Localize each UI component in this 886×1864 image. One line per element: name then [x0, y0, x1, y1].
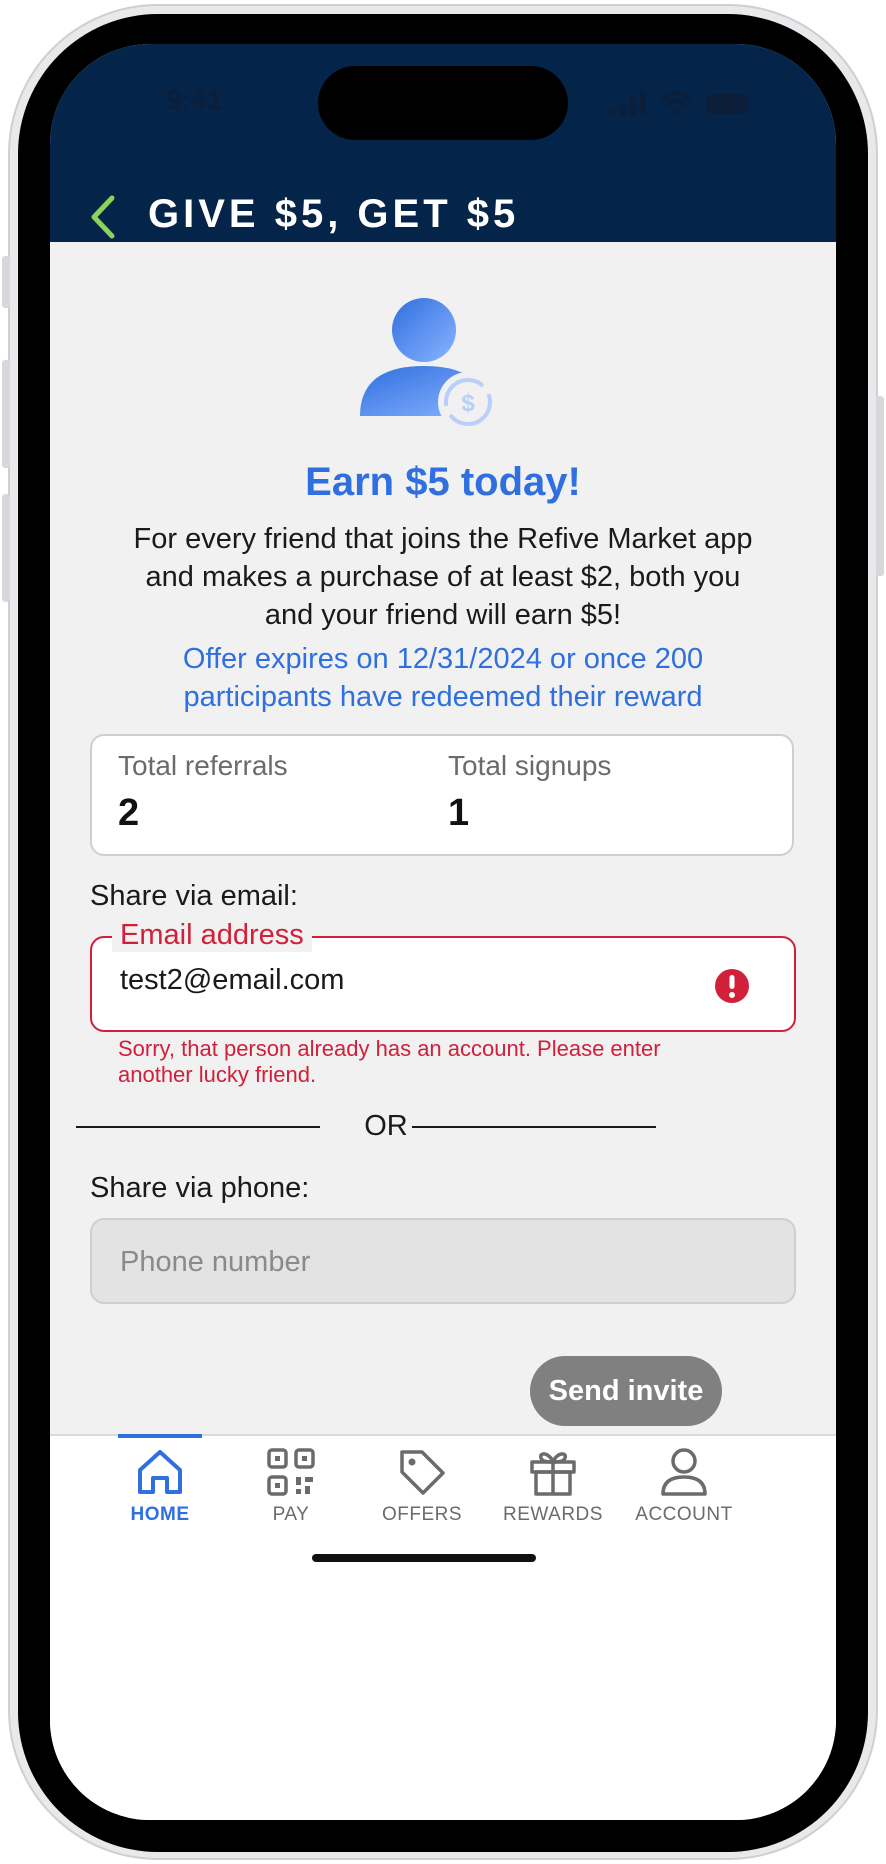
page-title: GIVE $5, GET $5 [148, 192, 520, 236]
referral-user-dollar-icon: $ [360, 298, 498, 432]
back-arrow-icon[interactable] [86, 194, 122, 240]
stat-value: 2 [118, 792, 140, 834]
nav-label-pay: PAY [272, 1504, 310, 1525]
home-indicator [312, 1554, 536, 1562]
header-bar: GIVE $5, GET $5 [50, 172, 836, 242]
nav-item-account[interactable]: ACCOUNT [619, 1446, 749, 1536]
or-divider-text: OR [364, 1110, 408, 1142]
status-bar-icons [610, 91, 748, 116]
bottom-navigation: HOME PAY OFFERS REWARDS ACCOUNT [50, 1434, 836, 1820]
nav-label-home: HOME [130, 1504, 190, 1525]
email-field-label: Email address [112, 918, 312, 952]
wifi-icon [660, 91, 692, 115]
stat-value: 1 [448, 792, 470, 834]
stat-total-signups: Total signups 1 [448, 750, 611, 835]
stat-label: Total referrals [118, 750, 288, 781]
send-invite-button[interactable]: Send invite [530, 1356, 722, 1426]
user-icon [661, 1448, 707, 1496]
nav-label-account: ACCOUNT [635, 1504, 733, 1525]
device-volume-down-button [2, 494, 10, 602]
qr-code-icon [267, 1448, 315, 1496]
share-via-email-label: Share via email: [90, 880, 298, 912]
active-tab-indicator [118, 1434, 202, 1438]
nav-item-rewards[interactable]: REWARDS [488, 1446, 618, 1536]
email-field[interactable]: Email address [90, 918, 796, 1032]
phone-field[interactable] [90, 1218, 796, 1304]
phone-input[interactable] [120, 1246, 720, 1279]
nav-item-pay[interactable]: PAY [226, 1446, 356, 1536]
battery-icon [706, 94, 748, 114]
gift-icon [530, 1452, 576, 1496]
referral-stats-card: Total referrals 2 Total signups 1 [90, 734, 794, 856]
device-volume-up-button [2, 360, 10, 468]
divider-right [412, 1126, 656, 1128]
nav-label-rewards: REWARDS [503, 1504, 603, 1525]
share-via-phone-label: Share via phone: [90, 1172, 310, 1204]
email-error-message: Sorry, that person already has an accoun… [118, 1036, 661, 1087]
dynamic-island [318, 66, 568, 140]
divider-left [76, 1126, 320, 1128]
offer-expiry-note: Offer expires on 12/31/2024 or once 200 … [182, 643, 704, 713]
stat-total-referrals: Total referrals 2 [118, 750, 288, 835]
nav-item-offers[interactable]: OFFERS [357, 1446, 487, 1536]
device-power-button [876, 396, 884, 576]
tag-icon [400, 1450, 445, 1495]
stat-label: Total signups [448, 750, 612, 781]
nav-item-home[interactable]: HOME [95, 1446, 225, 1536]
app-header: 9:41 GIVE $5, GET $5 [50, 44, 836, 242]
device-action-button [2, 256, 10, 308]
email-input[interactable] [120, 964, 680, 997]
status-bar-time: 9:41 [166, 84, 223, 115]
svg-text:$: $ [461, 390, 475, 417]
nav-label-offers: OFFERS [381, 1504, 463, 1525]
offer-description: For every friend that joins the Refive M… [133, 523, 753, 631]
home-icon [138, 1450, 182, 1494]
headline: Earn $5 today! [305, 460, 581, 504]
error-alert-icon [715, 969, 749, 1003]
app-screen: 9:41 GIVE $5, GET $5 $ Earn $5 today! Fo… [50, 44, 836, 1820]
cellular-signal-icon [610, 91, 646, 116]
